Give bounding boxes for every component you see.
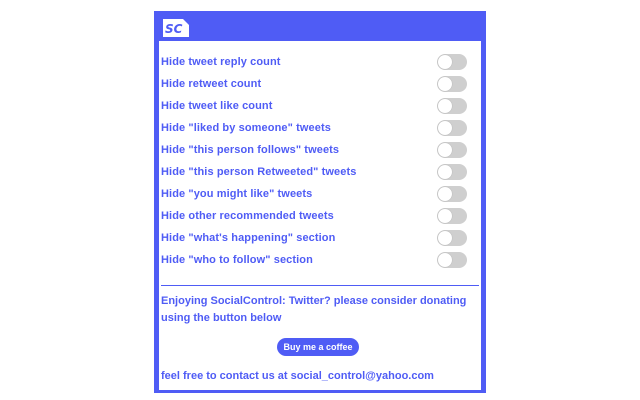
setting-toggle[interactable] <box>437 120 467 136</box>
setting-toggle[interactable] <box>437 98 467 114</box>
donate-message: Enjoying SocialControl: Twitter? please … <box>161 295 467 324</box>
setting-label: Hide "you might like" tweets <box>161 188 313 200</box>
toggle-knob <box>438 99 452 113</box>
setting-row: Hide tweet like count <box>161 95 467 117</box>
buy-me-a-coffee-button[interactable]: Buy me a coffee <box>277 338 359 356</box>
toggle-knob <box>438 209 452 223</box>
logo-text: SC <box>165 22 183 36</box>
setting-label: Hide tweet reply count <box>161 56 281 68</box>
setting-toggle[interactable] <box>437 142 467 158</box>
header-bar: SC <box>154 11 486 41</box>
setting-row: Hide retweet count <box>161 73 467 95</box>
sc-logo-icon: SC <box>163 19 189 37</box>
setting-toggle[interactable] <box>437 230 467 246</box>
setting-label: Hide other recommended tweets <box>161 210 334 222</box>
settings-panel: Hide tweet reply count Hide retweet count… <box>159 41 481 390</box>
setting-row: Hide tweet reply count <box>161 51 467 73</box>
setting-toggle[interactable] <box>437 186 467 202</box>
setting-row: Hide other recommended tweets <box>161 205 467 227</box>
contact-message: feel free to contact us at social_contro… <box>161 370 434 382</box>
setting-toggle[interactable] <box>437 208 467 224</box>
setting-toggle[interactable] <box>437 54 467 70</box>
toggle-knob <box>438 187 452 201</box>
setting-toggle[interactable] <box>437 164 467 180</box>
extension-popup: SC Hide tweet reply count Hide retweet co… <box>154 11 486 393</box>
toggle-knob <box>438 253 452 267</box>
toggle-knob <box>438 143 452 157</box>
setting-row: Hide "this person follows" tweets <box>161 139 467 161</box>
setting-label: Hide retweet count <box>161 78 262 90</box>
setting-toggle[interactable] <box>437 252 467 268</box>
toggle-knob <box>438 55 452 69</box>
setting-row: Hide "liked by someone" tweets <box>161 117 467 139</box>
toggle-knob <box>438 77 452 91</box>
setting-row: Hide "who to follow" section <box>161 249 467 271</box>
setting-row: Hide "what's happening" section <box>161 227 467 249</box>
setting-row: Hide "this person Retweeted" tweets <box>161 161 467 183</box>
setting-label: Hide "this person Retweeted" tweets <box>161 166 357 178</box>
setting-label: Hide "this person follows" tweets <box>161 144 340 156</box>
setting-row: Hide "you might like" tweets <box>161 183 467 205</box>
setting-label: Hide "who to follow" section <box>161 254 313 266</box>
settings-list: Hide tweet reply count Hide retweet count… <box>161 51 467 271</box>
toggle-knob <box>438 121 452 135</box>
setting-toggle[interactable] <box>437 76 467 92</box>
toggle-knob <box>438 231 452 245</box>
setting-label: Hide "what's happening" section <box>161 232 336 244</box>
setting-label: Hide "liked by someone" tweets <box>161 122 331 134</box>
section-divider <box>161 285 479 286</box>
setting-label: Hide tweet like count <box>161 100 273 112</box>
toggle-knob <box>438 165 452 179</box>
